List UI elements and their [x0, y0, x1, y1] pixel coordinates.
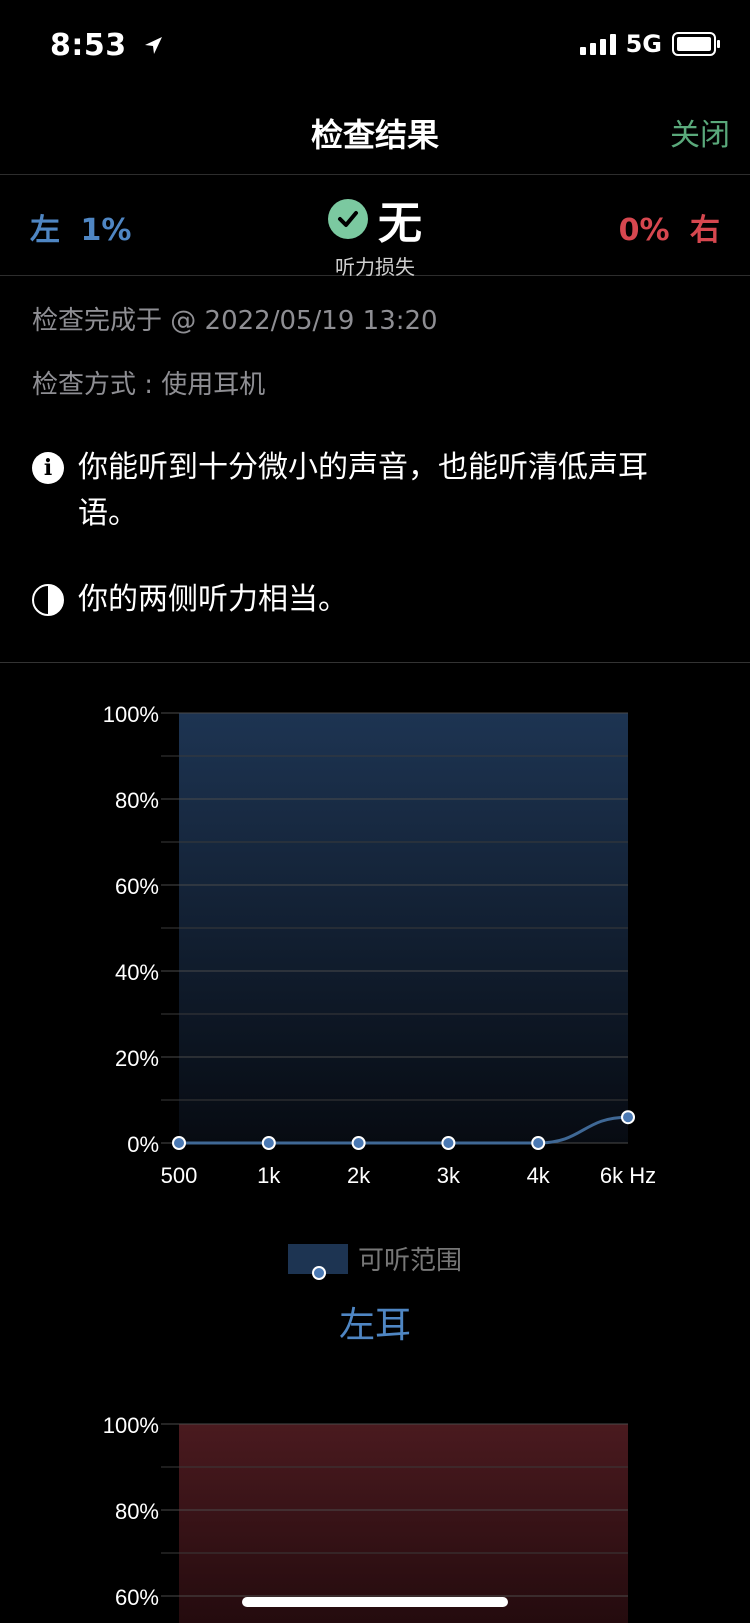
left-ear-title: 左耳 [338, 1305, 411, 1346]
test-method: 检查方式 : 使用耳机 [32, 370, 266, 400]
data-point [261, 1136, 276, 1150]
result-value: 无 [378, 198, 422, 249]
y-tick-label: 40% [115, 960, 159, 985]
data-point [531, 1136, 546, 1150]
legend-swatch [288, 1243, 348, 1280]
info-text: 你能听到十分微小的声音，也能听清低声耳语。 [78, 450, 648, 531]
data-point [351, 1136, 366, 1150]
y-tick-label: 0% [127, 1132, 159, 1157]
chart-legend: 可听范围 [288, 1240, 463, 1280]
status-indicators: 5G [579, 30, 720, 58]
y-tick-label: 60% [115, 1585, 159, 1610]
y-tick-label: 100% [103, 1413, 159, 1438]
location-arrow-icon [144, 37, 162, 54]
network-label: 5G [625, 30, 662, 58]
y-tick-label: 20% [115, 1046, 159, 1071]
right-ear-label: 右 [690, 213, 720, 248]
data-point [172, 1136, 186, 1150]
right-ear-value: 0% [618, 213, 670, 248]
nav-bar: 检查结果 关闭 [0, 96, 750, 175]
result-subtitle: 听力损失 [335, 255, 415, 279]
y-tick-label: 80% [115, 1499, 159, 1524]
x-tick-label: 1k [257, 1163, 281, 1188]
x-tick-label: 6k Hz [600, 1163, 656, 1188]
home-indicator [242, 1597, 508, 1607]
legend-label: 可听范围 [358, 1246, 463, 1276]
left-ear-chart: 0% 20% 40% 60% 80% 100% 500 1k 2k 3k 4k 6k Hz [103, 702, 656, 1188]
section-divider [0, 662, 750, 663]
right-ear-summary: 0% 右 [619, 205, 720, 249]
info-icon: i [32, 452, 64, 484]
y-tick-label: 100% [103, 702, 159, 727]
half-circle-icon [32, 584, 64, 616]
y-tick-label: 80% [115, 788, 159, 813]
status-time: 8:53 [50, 28, 164, 63]
x-tick-label: 500 [161, 1163, 198, 1188]
time-label: 8:53 [50, 28, 127, 63]
info-line-quiet-sounds: i 你能听到十分微小的声音，也能听清低声耳语。 [32, 445, 692, 537]
close-button[interactable]: 关闭 [670, 110, 730, 154]
x-tick-label: 3k [437, 1163, 461, 1188]
right-ear-chart: 60% 80% 100% [103, 1413, 628, 1623]
cellular-signal-icon [579, 33, 616, 55]
page-title: 检查结果 [310, 116, 439, 154]
plot-area [179, 1424, 628, 1623]
data-point [441, 1136, 456, 1150]
result-summary: 左 1% 无 听力损失 0% 右 [0, 175, 750, 279]
completed-time: 检查完成于 @ 2022/05/19 13:20 [32, 306, 438, 336]
info-text: 你的两侧听力相当。 [78, 582, 348, 617]
status-bar: 8:53 5G [0, 0, 750, 96]
x-tick-label: 2k [347, 1163, 371, 1188]
battery-icon [672, 32, 720, 56]
checkmark-icon [328, 199, 368, 239]
info-line-balance: 你的两侧听力相当。 [32, 577, 692, 623]
y-tick-label: 60% [115, 874, 159, 899]
x-tick-label: 4k [527, 1163, 551, 1188]
data-point [621, 1110, 635, 1125]
